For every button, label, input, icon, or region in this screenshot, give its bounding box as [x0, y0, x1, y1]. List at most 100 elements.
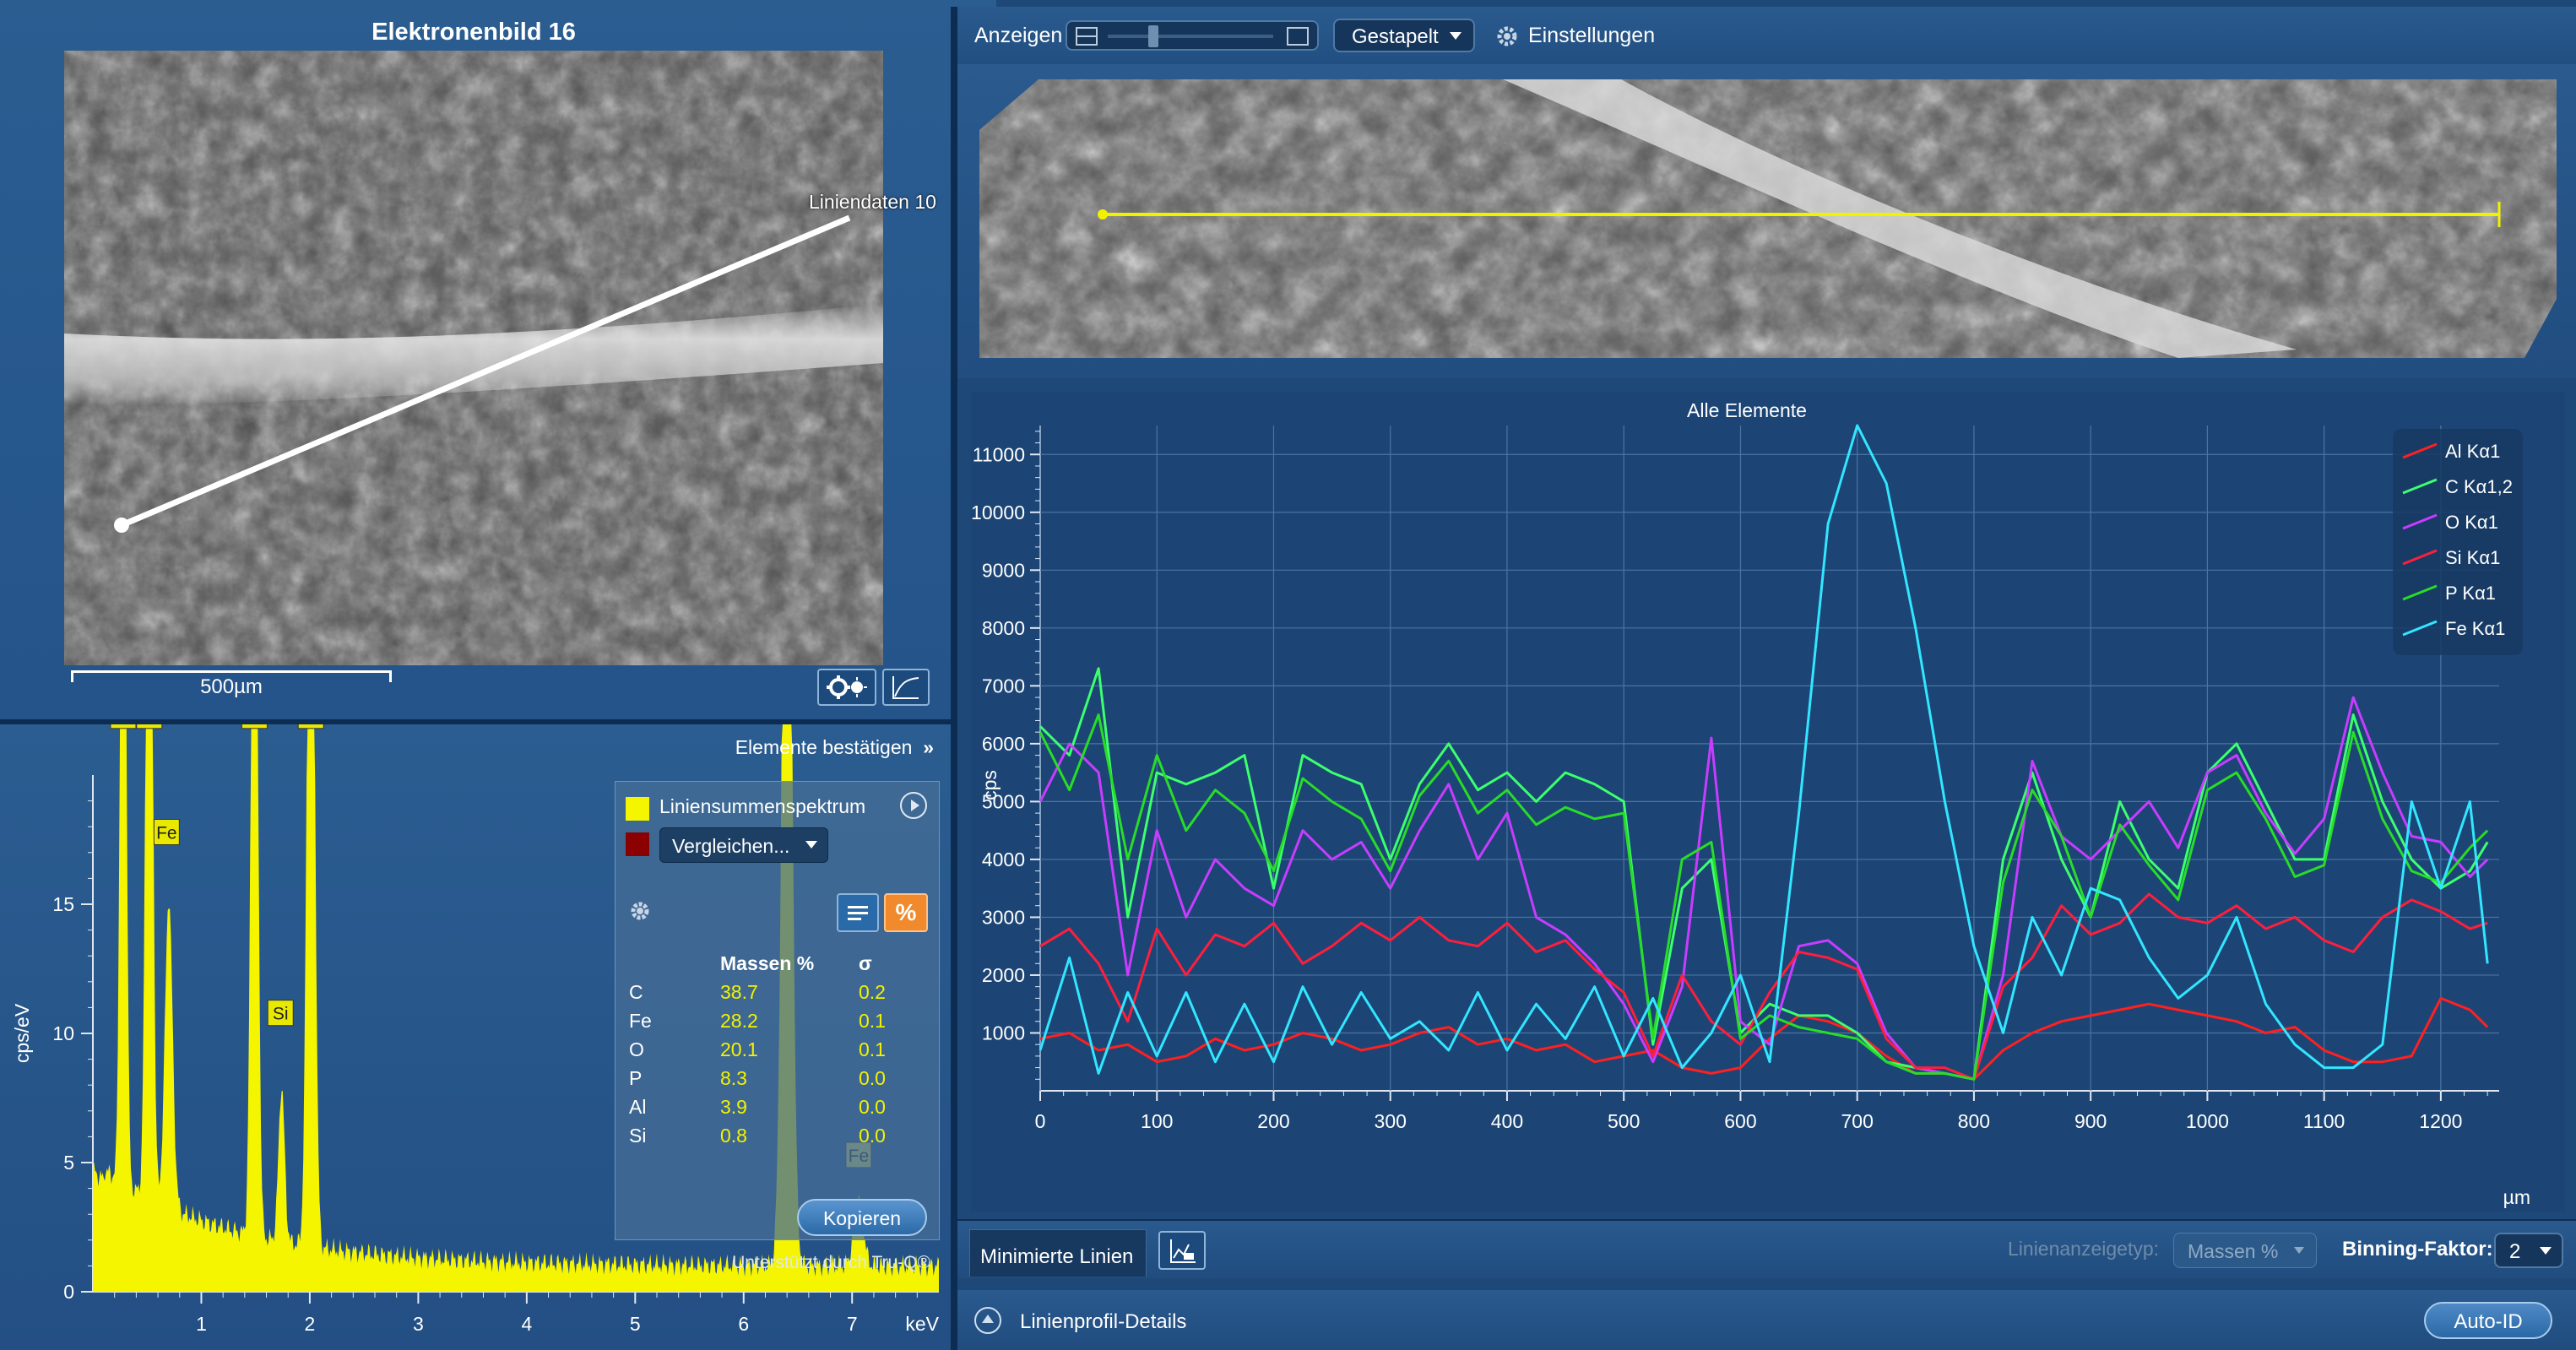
spectrum-x-tick-label: 1	[196, 1313, 207, 1335]
result-mass: 0.8	[720, 1125, 747, 1147]
copy-button[interactable]: Kopieren	[797, 1199, 927, 1236]
spectrum-x-tick-label: 7	[847, 1313, 858, 1335]
result-mass: 28.2	[720, 1010, 758, 1032]
line-profile-details-label[interactable]: Linienprofil-Details	[1020, 1310, 1186, 1334]
spectrum-results-box: Liniensummenspektrum Vergleichen... % Ma…	[615, 781, 940, 1272]
result-mass: 8.3	[720, 1067, 747, 1089]
series-line-1[interactable]	[1039, 667, 2489, 1081]
result-sigma: 0.0	[859, 1125, 886, 1147]
curve-icon	[892, 676, 919, 699]
line-data-label: Liniendaten 10	[809, 191, 936, 213]
spectrum-y-axis-label: cps/eV	[11, 1003, 33, 1063]
line-profile-panel: Anzeigen Gestapelt Einstellungen Alle El…	[957, 0, 2576, 1350]
slider-track[interactable]	[1108, 35, 1273, 38]
sem-image-left[interactable]	[64, 51, 883, 665]
spectrum-panel: 0510151234567keVcps/eV COFeAlSiPFeFe Ele…	[0, 724, 954, 1350]
result-sigma: 0.0	[859, 1096, 886, 1118]
binning-factor-dropdown[interactable]: 2	[2494, 1233, 2563, 1268]
legend-label: Si Kα1	[2445, 547, 2500, 568]
y-tick-label: 1000	[982, 1022, 1025, 1044]
settings-button[interactable]: Einstellungen	[1494, 19, 1663, 52]
legend-label: Fe Kα1	[2445, 618, 2505, 639]
truq-note: Unterstützt durch Tru-Q®	[732, 1253, 930, 1272]
line-scan-start-marker[interactable]	[1098, 209, 1108, 220]
y-tick-label: 2000	[982, 964, 1025, 986]
percent-icon: %	[895, 899, 917, 925]
result-element: O	[629, 1038, 644, 1060]
x-tick-label: 600	[1724, 1110, 1756, 1132]
electron-image-title: Elektronenbild 16	[371, 19, 576, 46]
view-toolbar: Anzeigen Gestapelt Einstellungen	[957, 7, 2576, 64]
electron-image-panel: Elektronenbild 16 Liniendaten 10 500µm	[0, 0, 954, 719]
y-tick-label: 7000	[982, 675, 1025, 697]
y-tick-label: 6000	[982, 733, 1025, 755]
line-profile-chart-panel: Alle Elemente cps µm 0 100 200 300 400 500 600…	[971, 392, 2565, 1212]
spectrum-x-tick-label: 6	[738, 1313, 749, 1335]
table-row: O 20.1 0.1	[629, 1038, 933, 1067]
slider-thumb[interactable]	[1148, 25, 1158, 47]
compare-swatch[interactable]	[626, 832, 649, 856]
series-line-2[interactable]	[1039, 696, 2489, 1081]
table-row: C 38.7 0.2	[629, 981, 933, 1010]
x-tick-label: 1000	[2186, 1110, 2229, 1132]
gear-icon[interactable]	[627, 898, 653, 924]
result-element: Fe	[629, 1010, 652, 1032]
peak-label: O	[143, 724, 156, 727]
settings-label: Einstellungen	[1528, 24, 1656, 47]
spectrum-x-tick-label: 3	[413, 1313, 424, 1335]
line-display-type-dropdown[interactable]: Massen %	[2173, 1233, 2317, 1268]
confirm-elements-link[interactable]: Elemente bestätigen »	[735, 736, 934, 759]
list-view-button[interactable]	[837, 893, 879, 932]
stack-mode-dropdown[interactable]: Gestapelt	[1333, 19, 1475, 52]
peak-label: P	[305, 724, 317, 727]
list-icon	[848, 906, 868, 920]
y-tick-label: 5000	[982, 790, 1025, 812]
legend-label: C Kα1,2	[2445, 476, 2513, 497]
show-label: Anzeigen	[974, 24, 1063, 47]
tab-minimized-lines[interactable]: Minimierte Linien	[969, 1229, 1147, 1277]
curve-button[interactable]	[882, 669, 930, 706]
caret-down-icon	[1450, 32, 1462, 40]
chart-x-axis-label: µm	[2503, 1186, 2530, 1208]
sum-spectrum-swatch[interactable]	[626, 797, 649, 821]
y-tick-label: 3000	[982, 906, 1025, 928]
result-element: Si	[629, 1125, 647, 1147]
sem-image-right[interactable]	[979, 79, 2557, 358]
auto-id-button[interactable]: Auto-ID	[2424, 1302, 2552, 1339]
line-profile-details-bar: Linienprofil-Details Auto-ID	[957, 1290, 2576, 1350]
gear-icon	[1497, 26, 1517, 46]
chart-options-button[interactable]	[1158, 1231, 1206, 1270]
y-tick-label: 10000	[971, 502, 1025, 523]
x-tick-label: 1200	[2419, 1110, 2462, 1132]
results-header-sigma: σ	[859, 952, 872, 974]
peak-label: Al	[247, 724, 263, 727]
line-scan-start-handle[interactable]	[114, 518, 129, 533]
app-window: Elektronenbild 16 Liniendaten 10 500µm 0…	[0, 0, 2576, 1350]
expand-up-icon[interactable]	[974, 1307, 1001, 1334]
play-icon[interactable]	[900, 792, 927, 819]
compare-dropdown[interactable]: Vergleichen...	[659, 827, 828, 863]
result-sigma: 0.1	[859, 1038, 886, 1060]
gear-brightness-icon	[827, 675, 867, 699]
y-tick-label: 9000	[982, 559, 1025, 581]
x-tick-label: 800	[1958, 1110, 1990, 1132]
spectrum-x-axis-label: keV	[905, 1313, 939, 1335]
top-edge-strip	[929, 0, 996, 7]
peak-label: Fe	[156, 824, 177, 843]
result-sigma: 0.1	[859, 1010, 886, 1032]
series-line-3[interactable]	[1039, 892, 2488, 1081]
line-display-type-value: Massen %	[2188, 1240, 2279, 1262]
x-tick-label: 100	[1141, 1110, 1173, 1132]
results-table: Massen % σ C 38.7 0.2 Fe 28.2 0.1 O 20.1 0.1 P…	[629, 952, 933, 1153]
results-header-row: Massen % σ	[629, 952, 933, 981]
line-profile-chart[interactable]: Alle Elemente cps µm 0 100 200 300 400 500 600…	[971, 392, 2565, 1212]
result-mass: 3.9	[720, 1096, 747, 1118]
series-line-5[interactable]	[1039, 424, 2489, 1075]
y-tick-label: 4000	[982, 848, 1025, 870]
percent-button[interactable]: %	[884, 893, 928, 932]
image-settings-button[interactable]	[817, 669, 876, 706]
x-tick-label: 200	[1257, 1110, 1289, 1132]
result-mass: 38.7	[720, 981, 758, 1003]
view-split-slider[interactable]	[1066, 20, 1319, 51]
result-sigma: 0.0	[859, 1067, 886, 1089]
